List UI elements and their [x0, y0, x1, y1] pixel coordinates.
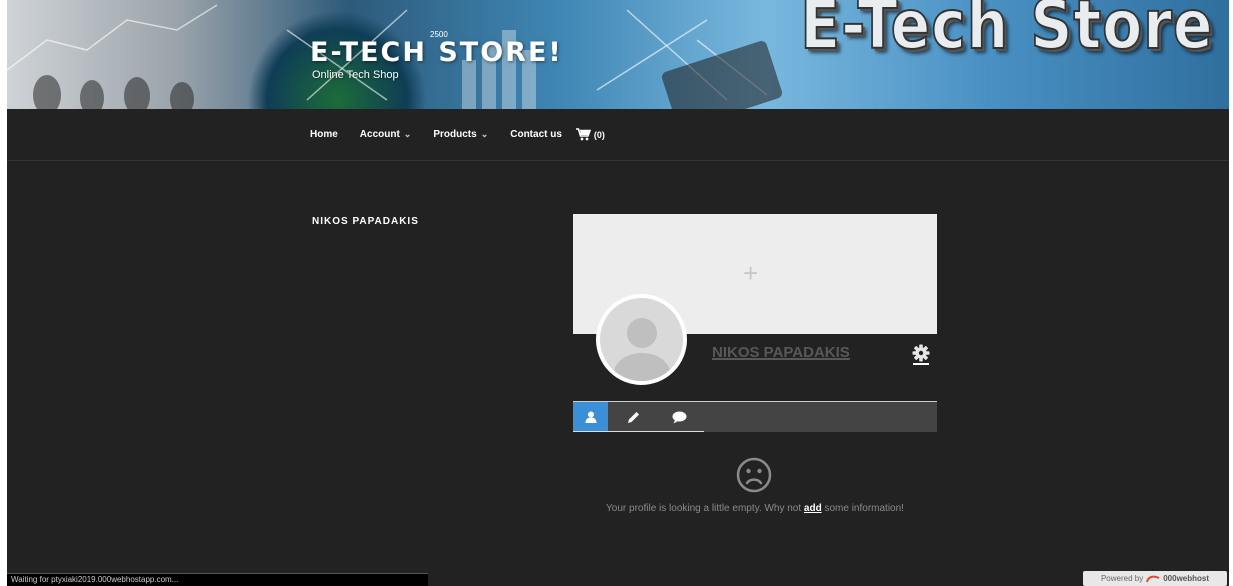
nav-item-contact[interactable]: Contact us — [510, 129, 562, 140]
user-icon — [585, 411, 596, 423]
cart-icon — [575, 128, 591, 141]
header-banner: 2500 E-TECH STORE! Online Tech Shop E-Te… — [7, 0, 1229, 109]
nav-item-label: Contact us — [510, 129, 562, 140]
banner-logo-text: E-Tech Store — [799, 0, 1213, 66]
empty-message-text: Your profile is looking a little empty. … — [606, 503, 804, 514]
site-tagline: Online Tech Shop — [312, 69, 399, 81]
nav-item-account[interactable]: Account ⌄ — [360, 129, 412, 140]
avatar[interactable] — [596, 294, 687, 385]
comment-icon — [672, 411, 687, 423]
tab-profile[interactable] — [573, 402, 608, 432]
empty-message-text-end: some information! — [821, 503, 904, 514]
nav-item-cart[interactable]: (0) — [575, 128, 605, 141]
avatar-head-shape — [627, 318, 657, 348]
nav-item-label: Account — [359, 129, 400, 140]
tab-comments[interactable] — [662, 402, 697, 432]
chevron-down-icon: ⌄ — [403, 129, 412, 139]
powered-by-badge[interactable]: Powered by 000webhost — [1083, 571, 1227, 586]
main-navigation: Home Account ⌄ Products ⌄ Contact us (0) — [7, 109, 1229, 161]
nav-item-label: Home — [310, 129, 338, 140]
sidebar-author-name: NIKOS PAPADAKIS — [312, 216, 419, 227]
nav-item-label: Products — [433, 129, 477, 140]
nav-item-products[interactable]: Products ⌄ — [433, 129, 488, 140]
settings-underline — [913, 363, 929, 365]
page-frame: 2500 E-TECH STORE! Online Tech Shop E-Te… — [7, 0, 1229, 586]
pencil-icon — [628, 411, 639, 423]
browser-status-bar: Waiting for ptyxiaki2019.000webhostapp.c… — [7, 573, 428, 586]
profile-display-name[interactable]: NIKOS PAPADAKIS — [712, 344, 850, 361]
cart-count: (0) — [593, 129, 605, 140]
gear-icon[interactable] — [911, 344, 931, 365]
webhost-logo-icon — [1146, 575, 1160, 582]
add-info-link[interactable]: add — [804, 503, 822, 514]
nav-item-home[interactable]: Home — [310, 129, 338, 140]
host-brand: 000webhost — [1163, 574, 1210, 583]
chevron-down-icon: ⌄ — [480, 129, 489, 139]
powered-by-label: Powered by — [1100, 574, 1144, 583]
sad-face-icon — [736, 457, 772, 493]
avatar-body-shape — [614, 353, 670, 381]
add-cover-icon[interactable]: + — [743, 258, 758, 289]
site-title[interactable]: E-TECH STORE! — [310, 37, 563, 68]
tab-posts[interactable] — [616, 402, 651, 432]
tabs-underline — [573, 431, 704, 432]
empty-profile-message: Your profile is looking a little empty. … — [573, 503, 937, 514]
profile-tabs — [573, 401, 937, 432]
